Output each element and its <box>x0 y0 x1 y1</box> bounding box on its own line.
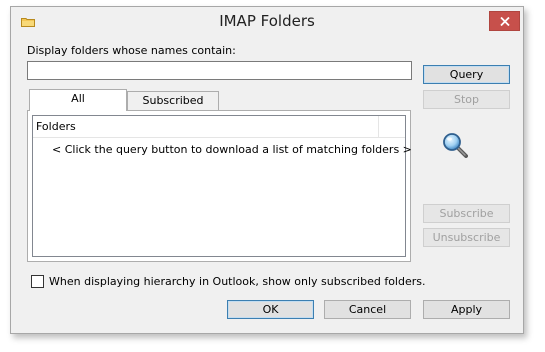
column-header-folders[interactable]: Folders <box>33 116 379 138</box>
magnifier-icon <box>443 133 468 158</box>
subscribed-only-checkbox[interactable] <box>31 275 44 288</box>
window-title: IMAP Folders <box>219 12 315 30</box>
stop-button[interactable]: Stop <box>423 90 510 109</box>
folder-list[interactable]: Folders < Click the query button to down… <box>32 115 412 257</box>
unsubscribe-button[interactable]: Unsubscribe <box>423 228 510 247</box>
query-button[interactable]: Query <box>423 65 510 84</box>
title-bar[interactable]: IMAP Folders <box>11 7 523 37</box>
close-icon <box>499 16 510 26</box>
tab-panel-all: Folders < Click the query button to down… <box>27 110 412 262</box>
folder-filter-input[interactable] <box>27 61 412 80</box>
cancel-button[interactable]: Cancel <box>324 300 411 319</box>
apply-button[interactable]: Apply <box>423 300 510 319</box>
column-header-filler <box>379 116 405 138</box>
filter-label: Display folders whose names contain: <box>27 44 236 57</box>
empty-list-message: < Click the query button to download a l… <box>52 143 412 156</box>
tab-all[interactable]: All <box>29 89 127 111</box>
close-button[interactable] <box>489 11 520 31</box>
subscribe-button[interactable]: Subscribe <box>423 204 510 223</box>
tab-subscribed[interactable]: Subscribed <box>127 91 219 111</box>
imap-folders-dialog: IMAP Folders Display folders whose names… <box>10 6 524 334</box>
subscribed-only-label[interactable]: When displaying hierarchy in Outlook, sh… <box>49 275 425 288</box>
ok-button[interactable]: OK <box>227 300 314 319</box>
